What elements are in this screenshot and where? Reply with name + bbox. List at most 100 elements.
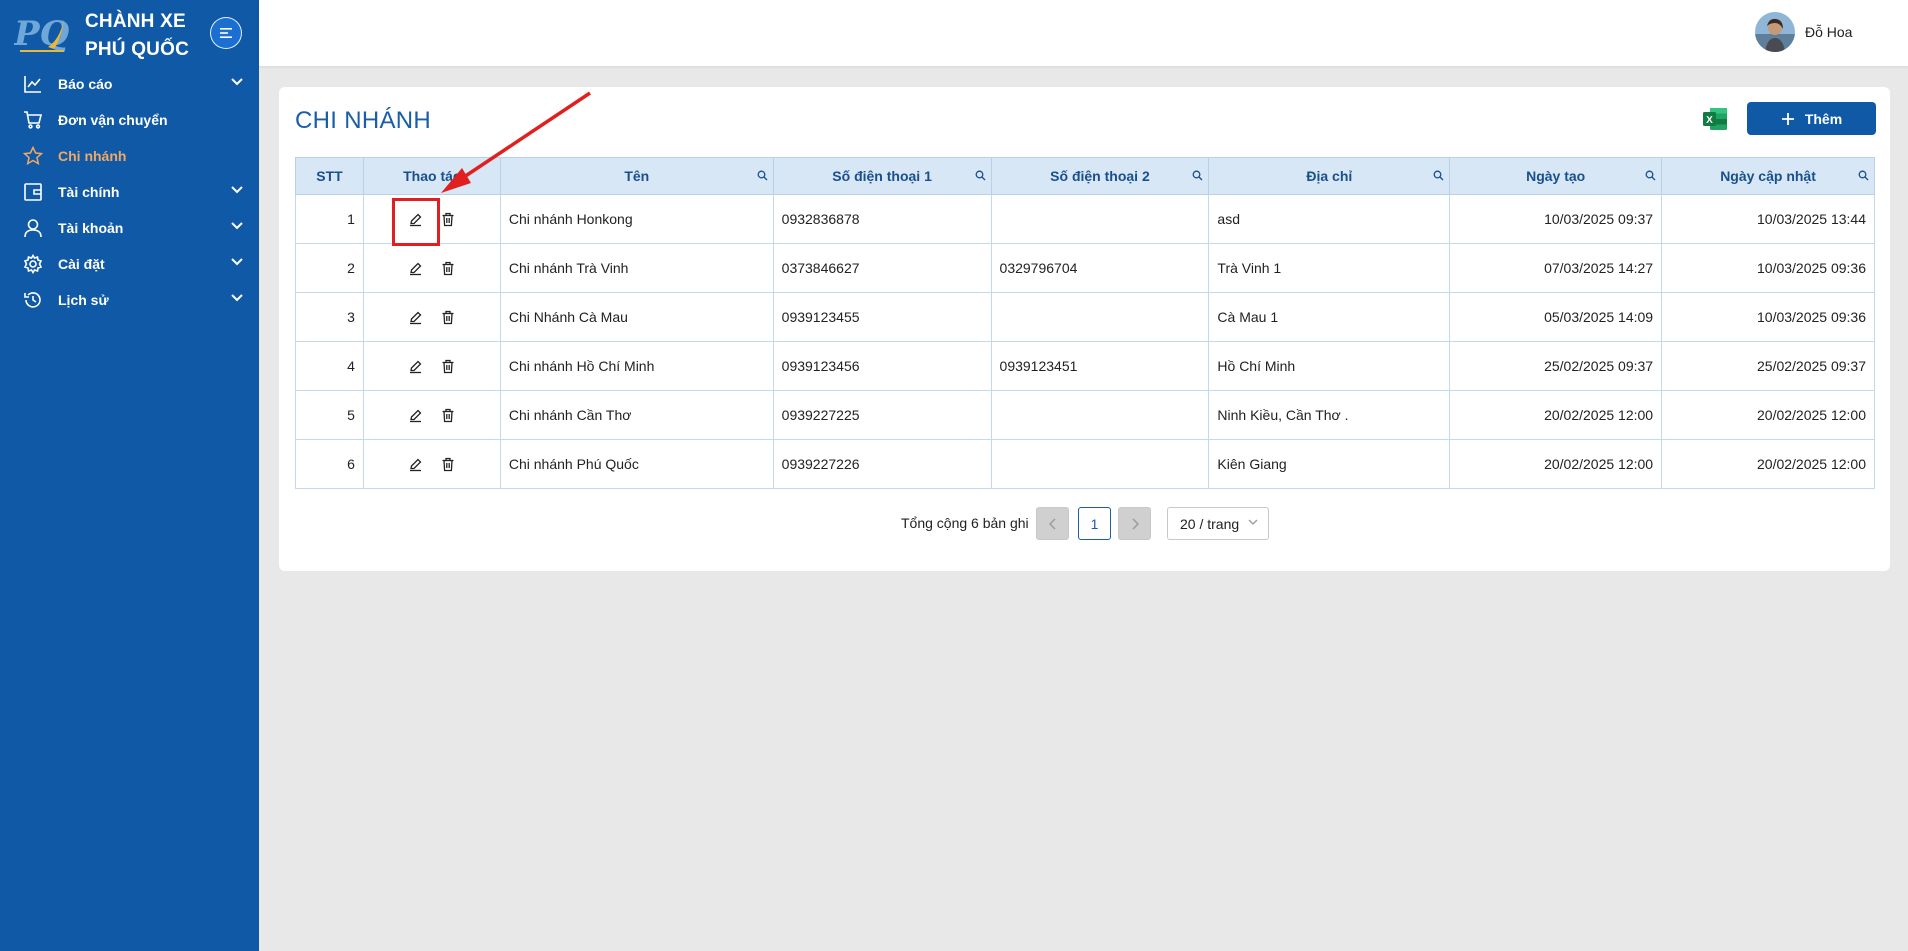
cell-updated: 25/02/2025 09:37 bbox=[1661, 341, 1875, 391]
chevron-down-icon bbox=[1248, 519, 1258, 525]
cell-name: Chi nhánh Cần Thơ bbox=[499, 390, 774, 440]
next-page-button[interactable] bbox=[1118, 507, 1151, 540]
sidebar-item-lich-su[interactable]: Lịch sử bbox=[0, 282, 259, 318]
cell-stt: 5 bbox=[295, 390, 364, 440]
edit-button[interactable] bbox=[405, 404, 427, 426]
sidebar-item-label: Đơn vận chuyển bbox=[58, 112, 168, 128]
cell-phone2 bbox=[990, 439, 1210, 489]
delete-icon bbox=[442, 408, 454, 422]
edit-button[interactable] bbox=[405, 453, 427, 475]
cell-stt: 1 bbox=[295, 194, 364, 244]
chevron-down-icon bbox=[231, 294, 243, 302]
cell-address: Ninh Kiều, Cần Thơ . bbox=[1208, 390, 1451, 440]
history-icon bbox=[24, 292, 41, 308]
cell-stt: 2 bbox=[295, 243, 364, 293]
brand-name: CHÀNH XE PHÚ QUỐC bbox=[85, 8, 189, 64]
table-row: 1 Chi nhánh Honkong 0932836878 asd 10/03/202… bbox=[295, 194, 1875, 246]
username[interactable]: Đỗ Hoa bbox=[1805, 24, 1852, 40]
cell-actions bbox=[362, 341, 501, 391]
page-button-current[interactable]: 1 bbox=[1078, 507, 1111, 540]
sidebar-item-don-van-chuyen[interactable]: Đơn vận chuyển bbox=[0, 102, 259, 138]
cell-address: Trà Vinh 1 bbox=[1208, 243, 1451, 293]
delete-button[interactable] bbox=[437, 404, 459, 426]
cell-phone2 bbox=[990, 194, 1210, 244]
sidebar-item-chi-nhanh[interactable]: Chi nhánh bbox=[0, 138, 259, 174]
svg-text:X: X bbox=[1706, 115, 1713, 126]
branch-card: CHI NHÁNH X Thêm STT Thao tác Tên Số điệ… bbox=[279, 87, 1890, 571]
chart-line-icon bbox=[24, 76, 41, 93]
sidebar-nav: Báo cáo Đơn vận chuyển Chi nhánh Tài chí… bbox=[0, 66, 259, 318]
pagination: Tổng cộng 6 bản ghi 1 20 / trang bbox=[279, 506, 1890, 540]
cell-phone2 bbox=[990, 292, 1210, 342]
column-header-phone2[interactable]: Số điện thoại 2 bbox=[990, 157, 1210, 195]
edit-button[interactable] bbox=[405, 306, 427, 328]
sidebar-item-cai-dat[interactable]: Cài đặt bbox=[0, 246, 259, 282]
cell-phone1: 0373846627 bbox=[772, 243, 992, 293]
excel-export-button[interactable]: X bbox=[1702, 107, 1728, 131]
edit-button[interactable] bbox=[405, 257, 427, 279]
column-header-name[interactable]: Tên bbox=[499, 157, 774, 195]
delete-icon bbox=[442, 457, 454, 471]
search-icon[interactable] bbox=[975, 170, 986, 181]
delete-icon bbox=[442, 359, 454, 373]
sidebar-item-tai-chinh[interactable]: Tài chính bbox=[0, 174, 259, 210]
search-icon[interactable] bbox=[1858, 170, 1869, 181]
cell-phone1: 0939227225 bbox=[772, 390, 992, 440]
cell-actions bbox=[362, 292, 501, 342]
column-header-address[interactable]: Địa chỉ bbox=[1208, 157, 1451, 195]
table-body: 1 Chi nhánh Honkong 0932836878 asd 10/03/202… bbox=[295, 194, 1875, 489]
page-title: CHI NHÁNH bbox=[295, 107, 432, 134]
add-button[interactable]: Thêm bbox=[1747, 102, 1876, 135]
search-icon[interactable] bbox=[1645, 170, 1656, 181]
delete-button[interactable] bbox=[437, 453, 459, 475]
gear-icon bbox=[23, 254, 43, 274]
column-header-label: Tên bbox=[624, 168, 650, 184]
cell-updated: 10/03/2025 09:36 bbox=[1661, 243, 1875, 293]
cell-address: Cà Mau 1 bbox=[1208, 292, 1451, 342]
cell-phone1: 0939123456 bbox=[772, 341, 992, 391]
cell-name: Chi nhánh Hồ Chí Minh bbox=[499, 341, 774, 391]
edit-icon bbox=[410, 458, 422, 471]
column-header-updated[interactable]: Ngày cập nhật bbox=[1661, 157, 1875, 195]
branch-table: STT Thao tác Tên Số điện thoại 1 Số điện… bbox=[295, 157, 1875, 489]
wallet-icon bbox=[24, 183, 42, 201]
sidebar-item-tai-khoan[interactable]: Tài khoản bbox=[0, 210, 259, 246]
avatar[interactable] bbox=[1755, 12, 1795, 52]
delete-button[interactable] bbox=[437, 355, 459, 377]
column-header-phone1[interactable]: Số điện thoại 1 bbox=[772, 157, 992, 195]
delete-button[interactable] bbox=[437, 208, 459, 230]
edit-button[interactable] bbox=[391, 198, 440, 246]
search-icon[interactable] bbox=[1433, 170, 1444, 181]
user-icon bbox=[24, 219, 42, 238]
brand: PQ CHÀNH XE PHÚ QUỐC bbox=[0, 0, 259, 66]
chevron-down-icon bbox=[231, 78, 243, 86]
cell-phone2 bbox=[990, 390, 1210, 440]
edit-icon bbox=[410, 360, 422, 373]
prev-page-button[interactable] bbox=[1036, 507, 1069, 540]
cell-name: Chi nhánh Phú Quốc bbox=[499, 439, 774, 489]
cell-actions bbox=[362, 390, 501, 440]
search-icon[interactable] bbox=[757, 170, 768, 181]
cell-actions bbox=[362, 194, 501, 246]
delete-button[interactable] bbox=[437, 257, 459, 279]
menu-toggle-button[interactable] bbox=[210, 17, 242, 49]
cell-address: asd bbox=[1208, 194, 1451, 244]
column-header-stt: STT bbox=[295, 157, 364, 195]
delete-icon bbox=[442, 310, 454, 324]
search-icon[interactable] bbox=[1192, 170, 1203, 181]
cell-updated: 10/03/2025 09:36 bbox=[1661, 292, 1875, 342]
chevron-down-icon bbox=[231, 258, 243, 266]
edit-button[interactable] bbox=[405, 355, 427, 377]
delete-button[interactable] bbox=[437, 306, 459, 328]
page-size-select[interactable]: 20 / trang bbox=[1167, 507, 1269, 540]
brand-line1: CHÀNH XE bbox=[85, 11, 186, 32]
cell-phone1: 0939123455 bbox=[772, 292, 992, 342]
column-header-label: Địa chỉ bbox=[1306, 168, 1353, 184]
cell-name: Chi Nhánh Cà Mau bbox=[499, 292, 774, 342]
sidebar-item-bao-cao[interactable]: Báo cáo bbox=[0, 66, 259, 102]
total-records: Tổng cộng 6 bản ghi bbox=[901, 515, 1029, 531]
edit-icon bbox=[410, 213, 422, 226]
sidebar-item-label: Chi nhánh bbox=[58, 148, 127, 164]
column-header-created[interactable]: Ngày tạo bbox=[1449, 157, 1663, 195]
chevron-left-icon bbox=[1048, 518, 1055, 529]
